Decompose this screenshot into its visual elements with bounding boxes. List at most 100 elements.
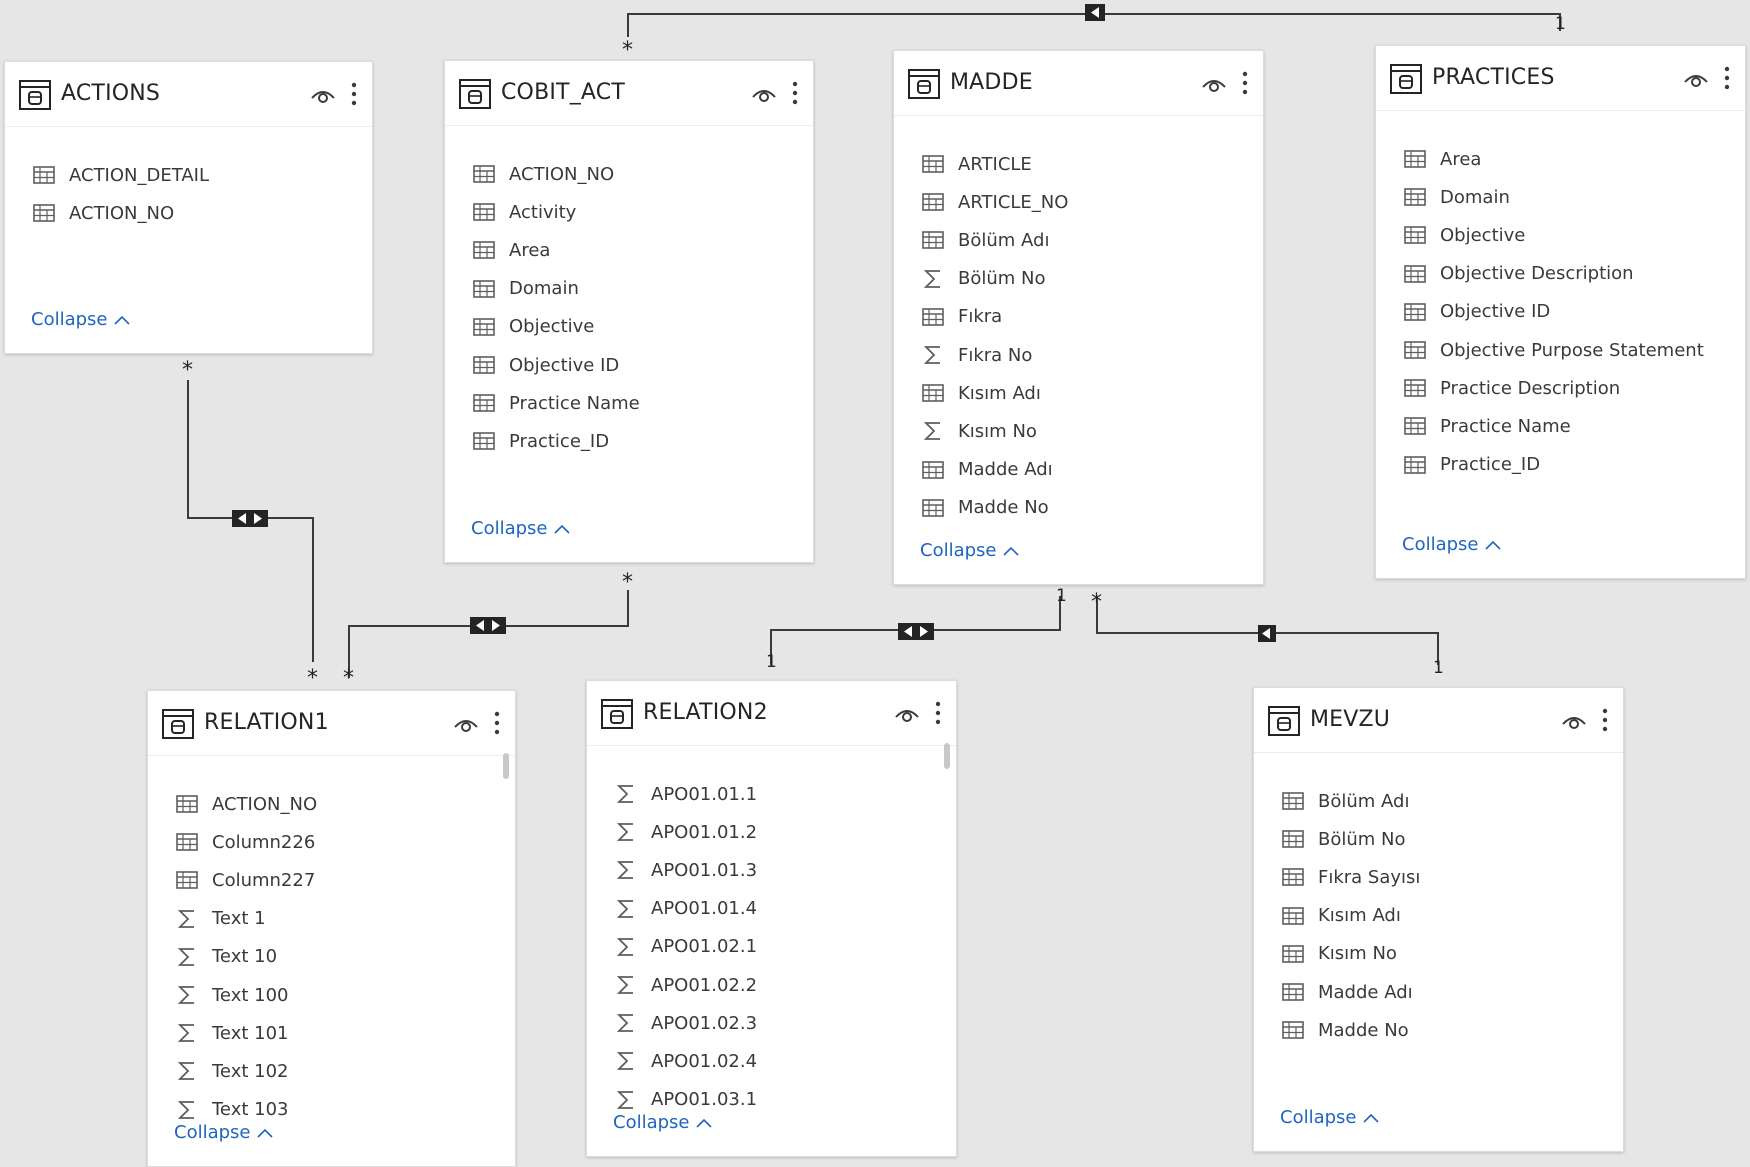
table-card-relation2[interactable]: RELATION2 APO01.01.1 APO01.01.2 APO01.01.3 A… xyxy=(586,680,957,1157)
visibility-eye-icon[interactable] xyxy=(1683,68,1709,90)
collapse-link[interactable]: Collapse xyxy=(174,1122,273,1143)
field-row[interactable]: Bölüm Adı xyxy=(922,221,1253,259)
more-options-icon[interactable] xyxy=(791,79,799,107)
field-row[interactable]: ACTION_NO xyxy=(176,785,505,823)
visibility-eye-icon[interactable] xyxy=(894,703,920,725)
collapse-link[interactable]: Collapse xyxy=(1402,534,1501,555)
field-row[interactable]: Column227 xyxy=(176,861,505,899)
scrollbar-thumb[interactable] xyxy=(944,743,950,769)
cross-filter-arrow-icon xyxy=(1085,4,1105,21)
more-options-icon[interactable] xyxy=(350,80,358,108)
field-label: Objective xyxy=(509,316,595,338)
field-row[interactable]: Madde No xyxy=(1282,1011,1613,1049)
field-row[interactable]: Text 1 xyxy=(176,900,505,938)
table-field-icon xyxy=(1282,829,1304,849)
field-row[interactable]: ACTION_DETAIL xyxy=(33,156,362,194)
table-card-mevzu[interactable]: MEVZU Bölüm Adı Bölüm No Fıkra Sayısı Kısım … xyxy=(1253,687,1624,1152)
field-row[interactable]: APO01.01.1 xyxy=(615,775,946,813)
field-row[interactable]: APO01.01.4 xyxy=(615,890,946,928)
field-row[interactable]: APO01.02.2 xyxy=(615,966,946,1004)
field-row[interactable]: ARTICLE xyxy=(922,145,1253,183)
field-row[interactable]: Objective ID xyxy=(1404,293,1735,331)
field-row[interactable]: Text 102 xyxy=(176,1052,505,1090)
sigma-icon xyxy=(615,1051,637,1071)
field-row[interactable]: Madde Adı xyxy=(922,451,1253,489)
visibility-eye-icon[interactable] xyxy=(1561,710,1587,732)
field-row[interactable]: Domain xyxy=(473,270,803,308)
field-row[interactable]: Objective Description xyxy=(1404,255,1735,293)
field-row[interactable]: Objective Purpose Statement xyxy=(1404,331,1735,369)
field-row[interactable]: Domain xyxy=(1404,178,1735,216)
more-options-icon[interactable] xyxy=(1241,69,1249,97)
field-row[interactable]: Practice Name xyxy=(473,384,803,422)
field-row[interactable]: Practice Description xyxy=(1404,369,1735,407)
field-row[interactable]: Text 100 xyxy=(176,976,505,1014)
field-label: Activity xyxy=(509,201,577,223)
table-field-icon xyxy=(1282,867,1304,887)
collapse-label: Collapse xyxy=(1280,1107,1357,1128)
field-row[interactable]: APO01.02.3 xyxy=(615,1004,946,1042)
field-row[interactable]: Area xyxy=(473,231,803,269)
visibility-eye-icon[interactable] xyxy=(751,83,777,105)
collapse-link[interactable]: Collapse xyxy=(1280,1107,1379,1128)
table-title: COBIT_ACT xyxy=(501,80,625,105)
table-field-icon xyxy=(473,202,495,222)
collapse-link[interactable]: Collapse xyxy=(31,309,130,330)
field-row[interactable]: Bölüm No xyxy=(922,260,1253,298)
field-row[interactable]: Objective ID xyxy=(473,346,803,384)
sigma-icon xyxy=(615,784,637,804)
visibility-eye-icon[interactable] xyxy=(310,84,336,106)
field-label: Objective ID xyxy=(1440,301,1551,323)
field-row[interactable]: Text 10 xyxy=(176,938,505,976)
table-card-actions[interactable]: ACTIONS ACTION_DETAIL ACTION_NO Collapse xyxy=(4,61,373,354)
table-card-relation1[interactable]: RELATION1 ACTION_NO Column226 Column227 Text… xyxy=(147,690,516,1167)
field-row[interactable]: Fıkra Sayısı xyxy=(1282,858,1613,896)
field-row[interactable]: ACTION_NO xyxy=(473,155,803,193)
field-row[interactable]: Kısım No xyxy=(1282,935,1613,973)
field-row[interactable]: Bölüm No xyxy=(1282,820,1613,858)
field-label: Area xyxy=(1440,148,1482,170)
field-row[interactable]: Madde No xyxy=(922,489,1253,527)
field-row[interactable]: Kısım Adı xyxy=(1282,897,1613,935)
field-row[interactable]: Madde Adı xyxy=(1282,973,1613,1011)
many-cardinality-marker: * xyxy=(1091,590,1102,615)
table-card-madde[interactable]: MADDE ARTICLE ARTICLE_NO Bölüm Adı Bölüm No F… xyxy=(893,50,1264,585)
table-card-cobit-act[interactable]: COBIT_ACT ACTION_NO Activity Area Domain Obje… xyxy=(444,60,814,563)
collapse-label: Collapse xyxy=(613,1112,690,1133)
collapse-link[interactable]: Collapse xyxy=(920,540,1019,561)
more-options-icon[interactable] xyxy=(1601,706,1609,734)
field-row[interactable]: Fıkra xyxy=(922,298,1253,336)
field-row[interactable]: ACTION_NO xyxy=(33,194,362,232)
field-row[interactable]: Kısım No xyxy=(922,412,1253,450)
field-row[interactable]: Objective xyxy=(1404,216,1735,254)
field-row[interactable]: Area xyxy=(1404,140,1735,178)
field-row[interactable]: Column226 xyxy=(176,823,505,861)
field-row[interactable]: Practice Name xyxy=(1404,407,1735,445)
scrollbar-thumb[interactable] xyxy=(503,753,509,779)
table-field-icon xyxy=(1404,225,1426,245)
field-row[interactable]: APO01.01.3 xyxy=(615,851,946,889)
field-row[interactable]: APO01.02.4 xyxy=(615,1042,946,1080)
field-row[interactable]: ARTICLE_NO xyxy=(922,183,1253,221)
more-options-icon[interactable] xyxy=(934,699,942,727)
field-row[interactable]: Objective xyxy=(473,308,803,346)
table-title: ACTIONS xyxy=(61,81,161,106)
sigma-icon xyxy=(615,1013,637,1033)
field-row[interactable]: APO01.01.2 xyxy=(615,813,946,851)
more-options-icon[interactable] xyxy=(1723,64,1731,92)
field-row[interactable]: APO01.02.1 xyxy=(615,928,946,966)
collapse-link[interactable]: Collapse xyxy=(613,1112,712,1133)
visibility-eye-icon[interactable] xyxy=(453,713,479,735)
visibility-eye-icon[interactable] xyxy=(1201,73,1227,95)
table-card-practices[interactable]: PRACTICES Area Domain Objective Objective De… xyxy=(1375,45,1746,579)
field-row[interactable]: Activity xyxy=(473,193,803,231)
more-options-icon[interactable] xyxy=(493,709,501,737)
field-row[interactable]: Bölüm Adı xyxy=(1282,782,1613,820)
field-row[interactable]: Kısım Adı xyxy=(922,374,1253,412)
collapse-link[interactable]: Collapse xyxy=(471,518,570,539)
field-row[interactable]: Text 101 xyxy=(176,1014,505,1052)
field-row[interactable]: Fıkra No xyxy=(922,336,1253,374)
field-row[interactable]: Practice_ID xyxy=(473,422,803,460)
chevron-up-icon xyxy=(1357,1107,1379,1128)
field-row[interactable]: Practice_ID xyxy=(1404,446,1735,484)
